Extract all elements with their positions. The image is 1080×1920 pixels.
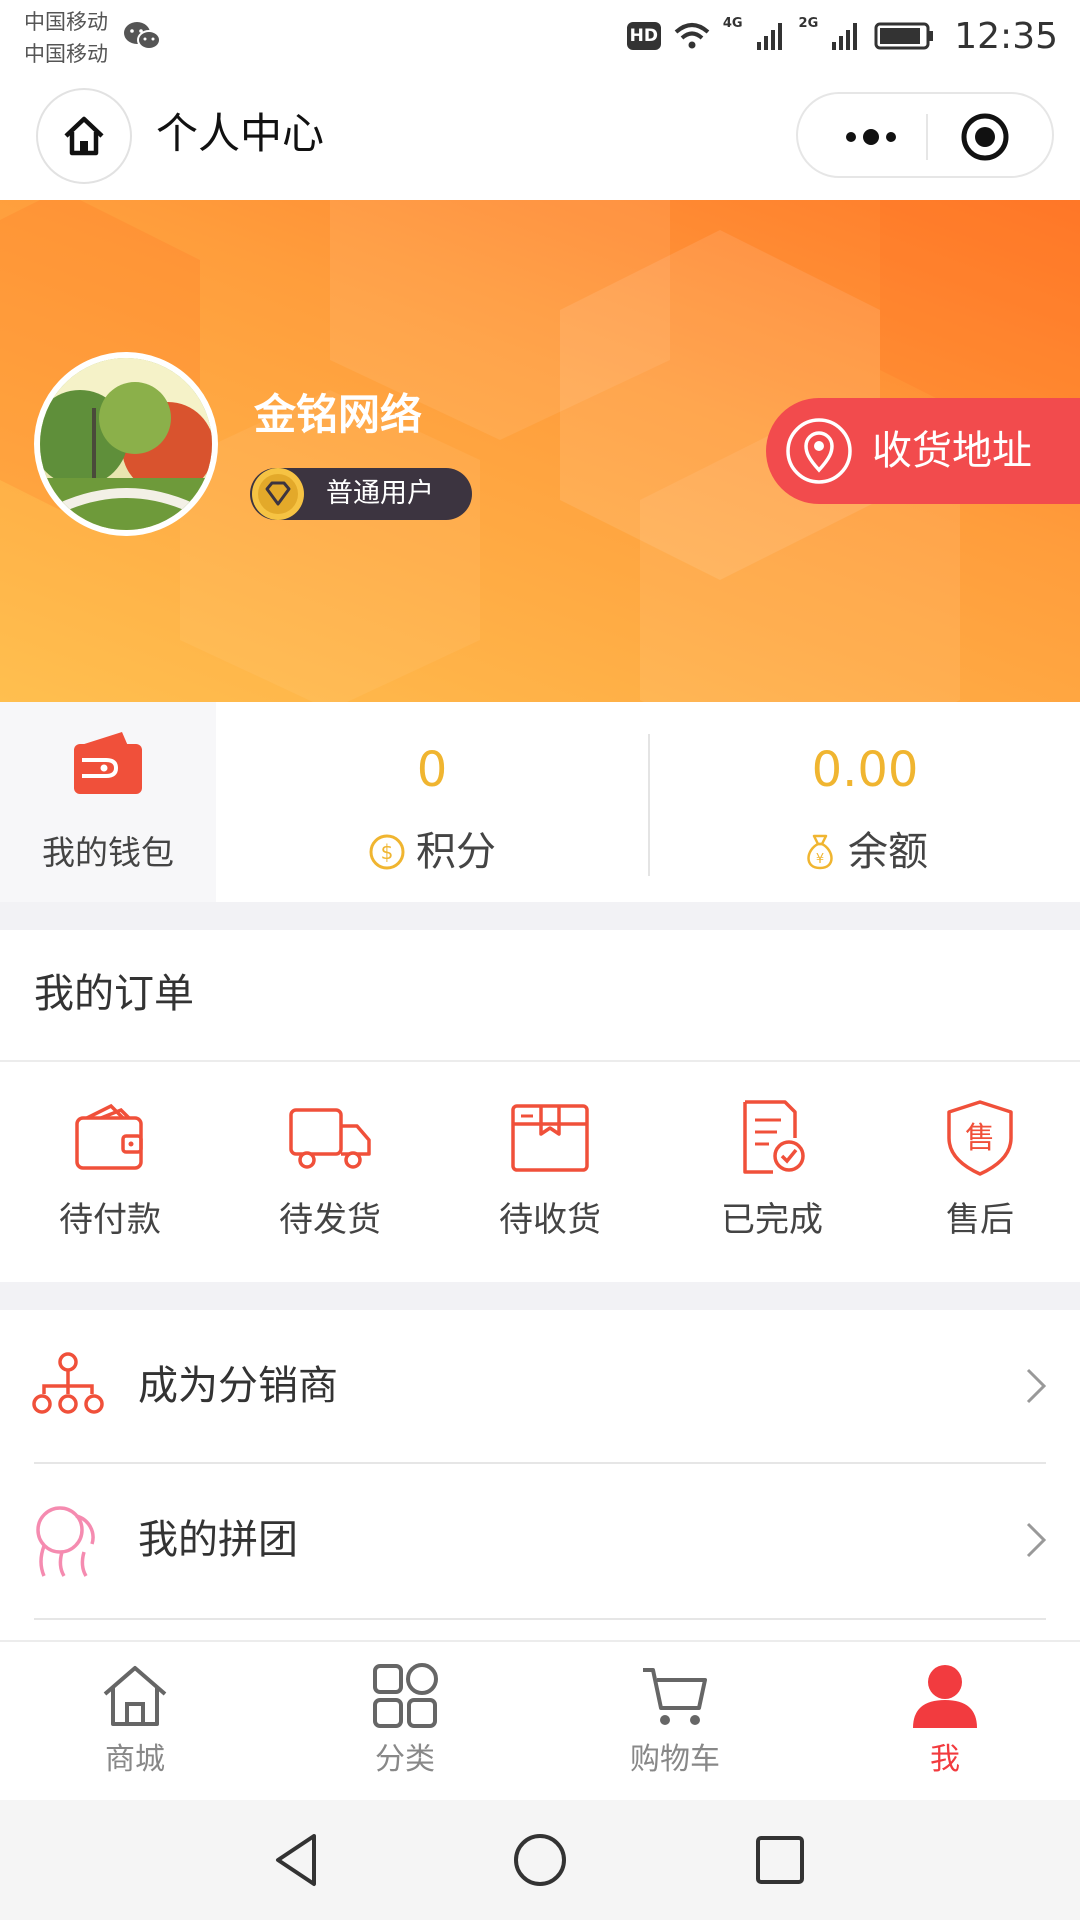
system-navigation-bar xyxy=(0,1800,1080,1920)
tab-cart-label: 购物车 xyxy=(630,1742,720,1777)
account-stats: 我的钱包 0 $ 积分 0.00 ¥ 余额 xyxy=(0,702,1080,902)
my-group-buy-item[interactable]: 我的拼团 xyxy=(0,1464,1080,1616)
svg-text:$: $ xyxy=(381,840,394,864)
balance-value: 0.00 xyxy=(811,742,919,798)
my-wallet-button[interactable]: 我的钱包 xyxy=(0,702,216,902)
tab-category[interactable]: 分类 xyxy=(330,1660,480,1790)
network-type-2: 2G xyxy=(798,16,819,31)
close-mini-program-button[interactable] xyxy=(930,94,1040,180)
recents-icon[interactable] xyxy=(748,1828,812,1892)
money-bag-icon: ¥ xyxy=(807,834,833,870)
wallet-icon xyxy=(75,1103,143,1170)
box-icon xyxy=(511,1104,589,1172)
completed-doc-icon xyxy=(743,1100,805,1174)
become-distributor-item[interactable]: 成为分销商 xyxy=(0,1310,1080,1462)
my-wallet-label: 我的钱包 xyxy=(42,833,174,872)
become-distributor-label: 成为分销商 xyxy=(138,1363,338,1409)
navigation-bar: 个人中心 xyxy=(0,82,1080,200)
status-bar: 中国移动 中国移动 HD 4G 2G 12:35 xyxy=(0,0,1080,82)
order-pending-shipment-label: 待发货 xyxy=(279,1200,381,1240)
order-pending-receipt-label: 待收货 xyxy=(499,1200,601,1240)
svg-text:售: 售 xyxy=(965,1121,995,1156)
order-completed-label: 已完成 xyxy=(721,1200,823,1240)
tab-cart[interactable]: 购物车 xyxy=(600,1660,750,1790)
group-buy-icon xyxy=(36,1506,95,1577)
tab-me[interactable]: 我 xyxy=(870,1660,1020,1790)
user-icon xyxy=(913,1665,977,1728)
capsule-divider xyxy=(926,114,928,160)
status-indicators: HD 4G 2G 12:35 xyxy=(626,14,1058,58)
svg-text:¥: ¥ xyxy=(816,852,824,867)
home-icon xyxy=(103,1666,167,1726)
order-completed[interactable]: 已完成 xyxy=(692,1098,852,1258)
shipping-address-label: 收货地址 xyxy=(872,428,1032,474)
target-icon xyxy=(961,113,1009,161)
carrier-1: 中国移动 xyxy=(24,10,108,34)
truck-icon xyxy=(289,1108,371,1169)
order-pending-shipment[interactable]: 待发货 xyxy=(250,1098,410,1258)
cart-icon xyxy=(643,1668,707,1725)
signal-icon-1 xyxy=(756,23,782,50)
points-stat[interactable]: 0 $ 积分 xyxy=(216,702,648,902)
wifi-icon xyxy=(674,23,710,49)
avatar[interactable] xyxy=(34,352,218,536)
chevron-right-icon xyxy=(1026,1522,1047,1558)
distribution-tree-icon xyxy=(32,1352,104,1414)
battery-icon xyxy=(874,22,934,50)
order-pending-payment[interactable]: 待付款 xyxy=(30,1098,190,1258)
back-icon[interactable] xyxy=(268,1828,332,1892)
hd-badge: HD xyxy=(626,22,661,50)
points-label: 积分 xyxy=(416,829,496,875)
shipping-address-button[interactable]: 收货地址 xyxy=(766,398,1080,504)
balance-stat[interactable]: 0.00 ¥ 余额 xyxy=(650,702,1080,902)
mini-program-capsule xyxy=(796,92,1054,178)
home-icon xyxy=(64,116,104,156)
tab-mall-label: 商城 xyxy=(105,1742,165,1777)
points-value: 0 xyxy=(416,742,448,798)
more-button[interactable] xyxy=(816,94,926,180)
order-after-sale[interactable]: 售 售后 xyxy=(900,1098,1060,1258)
home-button[interactable] xyxy=(36,88,132,184)
tab-category-label: 分类 xyxy=(375,1742,435,1777)
carrier-info: 中国移动 中国移动 xyxy=(24,6,108,70)
tab-me-label: 我 xyxy=(930,1742,960,1777)
signal-icon-2 xyxy=(832,23,858,50)
after-sale-shield-icon: 售 xyxy=(947,1100,1013,1176)
order-pending-payment-label: 待付款 xyxy=(59,1200,161,1240)
carrier-2: 中国移动 xyxy=(24,42,108,66)
my-orders-title: 我的订单 xyxy=(34,971,194,1017)
category-icon xyxy=(373,1663,438,1728)
bottom-tab-bar: 商城 分类 购物车 我 xyxy=(0,1640,1080,1800)
user-level-badge: 普通用户 xyxy=(250,468,472,520)
orders-divider xyxy=(0,1060,1080,1062)
my-orders-section: 我的订单 待付款 待发货 待收货 已完成 售 售后 xyxy=(0,930,1080,1282)
username: 金铭网络 xyxy=(254,390,423,439)
balance-label: 余额 xyxy=(848,829,928,875)
diamond-badge-icon xyxy=(252,468,304,520)
tab-mall[interactable]: 商城 xyxy=(60,1660,210,1790)
order-pending-receipt[interactable]: 待收货 xyxy=(470,1098,630,1258)
wechat-icon xyxy=(124,22,161,50)
coin-icon: $ xyxy=(369,834,405,870)
wallet-icon xyxy=(74,732,142,794)
clock: 12:35 xyxy=(954,15,1058,57)
menu-divider xyxy=(34,1618,1046,1620)
order-after-sale-label: 售后 xyxy=(946,1200,1014,1240)
page-title: 个人中心 xyxy=(156,109,325,158)
more-dots-icon xyxy=(846,129,896,145)
home-circle-icon[interactable] xyxy=(508,1828,572,1892)
network-type-1: 4G xyxy=(722,16,743,31)
chevron-right-icon xyxy=(1026,1368,1047,1404)
menu-list: 成为分销商 我的拼团 xyxy=(0,1310,1080,1640)
user-level-label: 普通用户 xyxy=(326,478,434,509)
my-group-buy-label: 我的拼团 xyxy=(138,1517,298,1563)
location-pin-icon xyxy=(786,418,852,484)
avatar-image xyxy=(40,358,212,530)
profile-header: 金铭网络 普通用户 收货地址 xyxy=(0,200,1080,702)
